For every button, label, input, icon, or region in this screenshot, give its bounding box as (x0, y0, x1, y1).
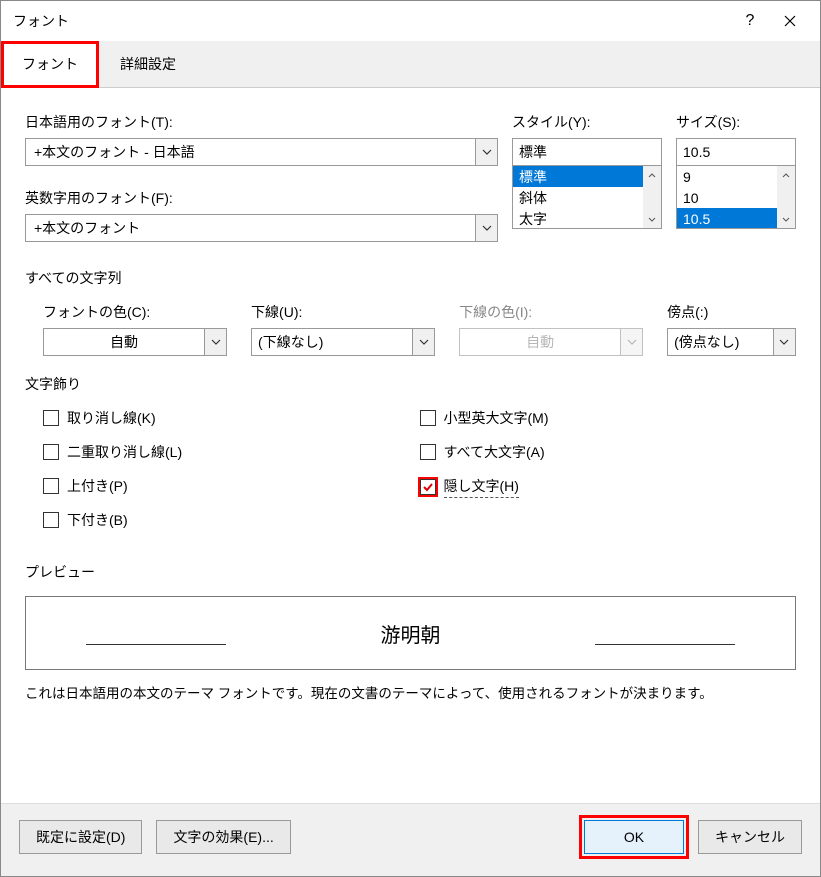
checkbox-icon (420, 479, 436, 495)
chevron-down-icon (648, 217, 656, 222)
check-label: 隠し文字(H) (444, 476, 519, 498)
check-small-caps[interactable]: 小型英大文字(M) (420, 408, 797, 428)
scroll-up-button[interactable] (777, 166, 795, 184)
font-color-dropdown[interactable]: 自動 (43, 328, 227, 356)
set-default-button[interactable]: 既定に設定(D) (19, 820, 142, 854)
checkbox-icon (43, 444, 59, 460)
size-option[interactable]: 10 (677, 187, 777, 208)
label-style: スタイル(Y): (512, 112, 662, 132)
label-all-text: すべての文字列 (25, 268, 796, 288)
preview-underline (86, 644, 226, 645)
label-underline-color: 下線の色(I): (459, 302, 643, 322)
en-font-dropdown[interactable]: +本文のフォント (25, 214, 498, 242)
label-jp-font: 日本語用のフォント(T): (25, 112, 498, 132)
scroll-down-button[interactable] (777, 210, 795, 228)
jp-font-dropdown-button[interactable] (475, 139, 497, 165)
label-decoration: 文字飾り (25, 374, 796, 394)
style-option[interactable]: 斜体 (513, 187, 643, 208)
desc-text: これは日本語用の本文のテーマ フォントです。現在の文書のテーマによって、使用され… (25, 682, 796, 702)
check-label: 取り消し線(K) (67, 408, 156, 428)
chevron-down-icon (482, 225, 492, 231)
close-icon (784, 15, 796, 27)
check-icon (422, 481, 434, 493)
close-button[interactable] (770, 9, 810, 33)
checkbox-icon (43, 410, 59, 426)
scroll-down-button[interactable] (643, 210, 661, 228)
chevron-down-icon (782, 217, 790, 222)
scroll-up-button[interactable] (643, 166, 661, 184)
jp-font-dropdown[interactable]: +本文のフォント - 日本語 (25, 138, 498, 166)
help-button[interactable]: ? (730, 9, 770, 33)
check-label: 上付き(P) (67, 476, 128, 496)
content-area: 日本語用のフォント(T): +本文のフォント - 日本語 英数字用のフォント(F… (1, 88, 820, 803)
emphasis-dropdown-button[interactable] (773, 329, 795, 355)
chevron-up-icon (648, 173, 656, 178)
label-font-color: フォントの色(C): (43, 302, 227, 322)
chevron-down-icon (419, 339, 429, 345)
chevron-up-icon (782, 173, 790, 178)
preview-underline (595, 644, 735, 645)
label-underline: 下線(U): (251, 302, 435, 322)
chevron-down-icon (779, 339, 789, 345)
chevron-down-icon (211, 339, 221, 345)
style-option[interactable]: 標準 (513, 166, 643, 187)
font-color-value: 自動 (44, 332, 204, 352)
titlebar: フォント ? (1, 1, 820, 41)
check-hidden[interactable]: 隠し文字(H) (420, 476, 797, 498)
tab-bar: フォント 詳細設定 (1, 41, 820, 88)
ok-button[interactable]: OK (584, 820, 684, 854)
check-label: 二重取り消し線(L) (67, 442, 182, 462)
check-double-strike[interactable]: 二重取り消し線(L) (43, 442, 420, 462)
cancel-button[interactable]: キャンセル (698, 820, 802, 854)
underline-value: (下線なし) (252, 332, 412, 352)
check-all-caps[interactable]: すべて大文字(A) (420, 442, 797, 462)
check-subscript[interactable]: 下付き(B) (43, 510, 420, 530)
dialog-title: フォント (13, 11, 730, 31)
size-option[interactable]: 9 (677, 166, 777, 187)
style-option[interactable]: 太字 (513, 208, 643, 229)
style-input[interactable] (512, 138, 662, 166)
underline-dropdown-button[interactable] (412, 329, 434, 355)
en-font-value: +本文のフォント (26, 218, 475, 238)
underline-color-dropdown-button (620, 329, 642, 355)
jp-font-value: +本文のフォント - 日本語 (26, 142, 475, 162)
underline-dropdown[interactable]: (下線なし) (251, 328, 435, 356)
check-label: 小型英大文字(M) (444, 408, 549, 428)
underline-color-value: 自動 (460, 332, 620, 352)
underline-color-dropdown: 自動 (459, 328, 643, 356)
emphasis-dropdown[interactable]: (傍点なし) (667, 328, 796, 356)
label-size: サイズ(S): (676, 112, 796, 132)
tab-advanced[interactable]: 詳細設定 (99, 41, 197, 87)
check-strikethrough[interactable]: 取り消し線(K) (43, 408, 420, 428)
text-effects-button[interactable]: 文字の効果(E)... (156, 820, 290, 854)
chevron-down-icon (482, 149, 492, 155)
preview-text: 游明朝 (381, 619, 441, 648)
label-preview: プレビュー (25, 562, 796, 582)
style-listbox[interactable]: 標準 斜体 太字 (512, 165, 662, 229)
size-option[interactable]: 10.5 (677, 208, 777, 229)
checkbox-icon (420, 444, 436, 460)
label-emphasis: 傍点(:) (667, 302, 796, 322)
font-dialog: フォント ? フォント 詳細設定 日本語用のフォント(T): +本文のフォント … (0, 0, 821, 877)
chevron-down-icon (627, 339, 637, 345)
en-font-dropdown-button[interactable] (475, 215, 497, 241)
size-input[interactable] (676, 138, 796, 166)
preview-box: 游明朝 (25, 596, 796, 670)
label-en-font: 英数字用のフォント(F): (25, 188, 498, 208)
tab-font[interactable]: フォント (1, 41, 99, 88)
style-scrollbar[interactable] (643, 166, 661, 228)
footer: 既定に設定(D) 文字の効果(E)... OK キャンセル (1, 803, 820, 876)
font-color-dropdown-button[interactable] (204, 329, 226, 355)
size-listbox[interactable]: 9 10 10.5 (676, 165, 796, 229)
size-scrollbar[interactable] (777, 166, 795, 228)
emphasis-value: (傍点なし) (668, 332, 773, 352)
checkbox-icon (43, 478, 59, 494)
check-label: 下付き(B) (67, 510, 128, 530)
checkbox-icon (43, 512, 59, 528)
check-label: すべて大文字(A) (444, 442, 545, 462)
checkbox-icon (420, 410, 436, 426)
check-superscript[interactable]: 上付き(P) (43, 476, 420, 496)
